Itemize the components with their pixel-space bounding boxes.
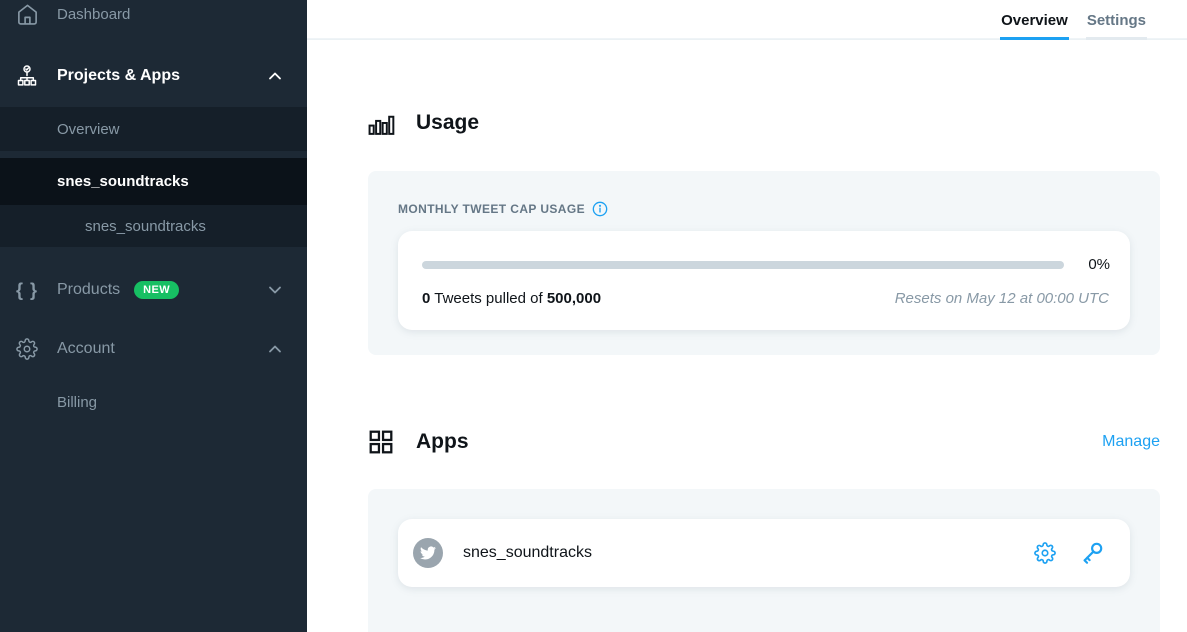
- sidebar-item-label: Billing: [57, 394, 97, 411]
- app-row[interactable]: snes_soundtracks: [398, 519, 1130, 587]
- projects-icon: [15, 64, 39, 88]
- chevron-down-icon: [265, 280, 285, 300]
- apps-section-header: Apps Manage: [368, 429, 1160, 455]
- twitter-bird-icon: [420, 545, 436, 561]
- app-name: snes_soundtracks: [463, 544, 592, 562]
- app-avatar: [413, 538, 443, 568]
- usage-progress-card: 0% 0 Tweets pulled of 500,000 Resets on …: [398, 231, 1130, 330]
- tab-bar: Overview Settings: [1000, 0, 1147, 40]
- sidebar: Dashboard Projects & Apps Overview: [0, 0, 307, 632]
- key-icon: [1079, 540, 1105, 566]
- manage-link[interactable]: Manage: [1102, 433, 1160, 451]
- tab-overview[interactable]: Overview: [1000, 3, 1069, 40]
- cap-label: MONTHLY TWEET CAP USAGE: [398, 202, 585, 216]
- sidebar-item-app-snes-soundtracks[interactable]: snes_soundtracks: [0, 205, 307, 247]
- usage-stats-row: 0 Tweets pulled of 500,000 Resets on May…: [422, 290, 1110, 307]
- progress-bar: [422, 261, 1064, 269]
- sidebar-item-label: snes_soundtracks: [85, 218, 206, 235]
- progress-row: 0%: [422, 256, 1110, 273]
- progress-percent: 0%: [1064, 256, 1110, 273]
- apps-list-card: snes_soundtracks: [368, 489, 1160, 632]
- chevron-up-icon: [265, 66, 285, 86]
- sidebar-item-label: Dashboard: [57, 6, 130, 23]
- sidebar-item-label: snes_soundtracks: [57, 173, 189, 190]
- sidebar-item-overview[interactable]: Overview: [0, 107, 307, 151]
- chevron-up-icon: [265, 339, 285, 359]
- main-area: Overview Settings Usage M: [307, 0, 1187, 632]
- sidebar-item-label: Account: [57, 340, 115, 358]
- tweets-pulled-text: 0 Tweets pulled of 500,000: [422, 290, 601, 307]
- sidebar-item-products[interactable]: { } Products NEW: [0, 268, 307, 312]
- resets-text: Resets on May 12 at 00:00 UTC: [895, 290, 1109, 307]
- apps-title: Apps: [416, 430, 469, 454]
- home-icon: [15, 2, 39, 26]
- sidebar-item-projects-apps[interactable]: Projects & Apps: [0, 54, 307, 98]
- grid-icon: [368, 429, 395, 455]
- sidebar-item-label: Overview: [57, 121, 120, 138]
- cap-label-row: MONTHLY TWEET CAP USAGE: [398, 201, 1130, 217]
- tab-settings[interactable]: Settings: [1086, 3, 1147, 40]
- app-keys-button[interactable]: [1079, 540, 1105, 566]
- sidebar-item-label: Projects & Apps: [57, 67, 180, 85]
- sidebar-item-billing[interactable]: Billing: [0, 380, 307, 424]
- info-icon[interactable]: [592, 201, 608, 217]
- sidebar-item-label: Products: [57, 281, 120, 299]
- page-header: Overview Settings: [307, 0, 1187, 40]
- new-badge: NEW: [134, 281, 179, 299]
- gear-icon: [1034, 542, 1056, 564]
- usage-section-header: Usage: [368, 110, 1160, 136]
- braces-icon: { }: [15, 278, 39, 302]
- sidebar-item-dashboard[interactable]: Dashboard: [0, 0, 307, 36]
- monthly-tweet-cap-card: MONTHLY TWEET CAP USAGE: [368, 171, 1160, 355]
- twitter-developer-portal: Dashboard Projects & Apps Overview: [0, 0, 1187, 632]
- app-settings-button[interactable]: [1034, 542, 1056, 564]
- app-actions: [1034, 540, 1105, 566]
- sidebar-item-account[interactable]: Account: [0, 327, 307, 371]
- sidebar-item-project-snes-soundtracks[interactable]: snes_soundtracks: [0, 158, 307, 205]
- gear-icon: [15, 337, 39, 361]
- content: Usage MONTHLY TWEET CAP USAGE: [307, 40, 1187, 632]
- usage-title: Usage: [416, 111, 479, 135]
- bar-chart-icon: [368, 110, 395, 136]
